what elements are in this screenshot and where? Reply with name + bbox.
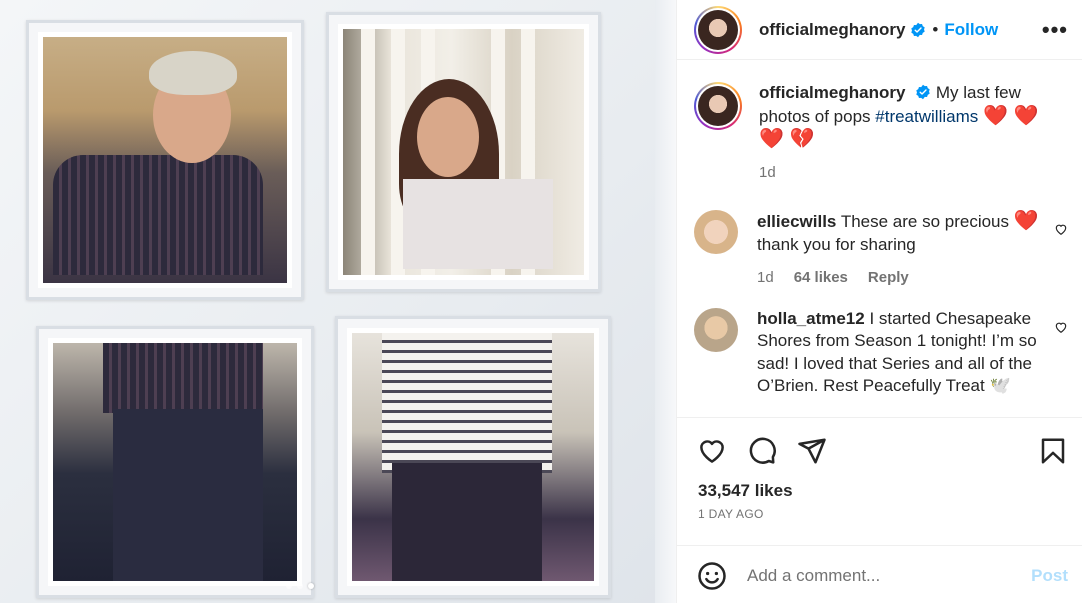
- carousel-dot[interactable]: [297, 583, 303, 589]
- caption-hashtag[interactable]: #treatwilliams: [875, 107, 978, 126]
- comment-likes[interactable]: 64 likes: [794, 267, 848, 290]
- caption-avatar[interactable]: [694, 82, 742, 130]
- window-pane-top-left: [26, 20, 304, 300]
- comment-emoji: 🕊️: [989, 376, 1011, 395]
- bookmark-icon[interactable]: [1038, 436, 1068, 466]
- window-pane-top-right: [326, 12, 601, 292]
- comment-heart-icon[interactable]: [1054, 320, 1068, 334]
- verified-badge-icon: [916, 84, 930, 100]
- author-avatar[interactable]: [694, 5, 742, 54]
- carousel-indicator: [286, 583, 314, 589]
- comment-text: thank you for sharing: [757, 234, 916, 254]
- like-heart-icon[interactable]: [697, 436, 727, 466]
- post-timestamp[interactable]: 1 DAY AGO: [677, 501, 1082, 521]
- carousel-dot[interactable]: [286, 583, 292, 589]
- caption: officialmeghanory My last few photos of …: [694, 82, 1068, 184]
- verified-badge-icon: [911, 22, 926, 37]
- comment-username[interactable]: elliecwills: [757, 212, 836, 231]
- caption-time[interactable]: 1d: [759, 162, 776, 185]
- header-separator: •: [932, 19, 939, 39]
- likes-count[interactable]: 33,547 likes: [677, 466, 1082, 501]
- caption-emoji: ❤️ 💔: [759, 128, 815, 150]
- comment-username[interactable]: holla_atme12: [757, 309, 865, 328]
- post-header: officialmeghanory • Follow •••: [677, 0, 1082, 60]
- comment-input[interactable]: [747, 565, 1032, 586]
- comment-composer: Post: [677, 545, 1082, 603]
- post-side-panel: officialmeghanory • Follow ••• officialm…: [676, 0, 1082, 603]
- caption-emoji: ❤️ ❤️: [982, 104, 1039, 127]
- comment-heart-icon[interactable]: [1054, 222, 1068, 236]
- comment-time[interactable]: 1d: [757, 267, 774, 290]
- commenter-avatar[interactable]: [694, 210, 738, 254]
- post-comment-button[interactable]: Post: [1031, 566, 1068, 586]
- author-username[interactable]: officialmeghanory: [759, 20, 905, 40]
- window-frame-edge: [655, 0, 676, 603]
- window-pane-bottom-right: [335, 316, 611, 598]
- carousel-dot-active[interactable]: [308, 583, 314, 589]
- window-pane-bottom-left: [36, 326, 314, 598]
- reply-button[interactable]: Reply: [868, 267, 909, 290]
- comments-list[interactable]: officialmeghanory My last few photos of …: [677, 60, 1082, 417]
- comment-emoji: ❤️: [1013, 210, 1039, 232]
- comment-text: These are so precious: [840, 212, 1010, 231]
- share-send-icon[interactable]: [797, 436, 827, 466]
- follow-button[interactable]: Follow: [944, 20, 998, 40]
- caption-username[interactable]: officialmeghanory: [759, 83, 905, 102]
- comment-bubble-icon[interactable]: [747, 436, 777, 466]
- commenter-avatar[interactable]: [694, 307, 738, 352]
- post-photo[interactable]: [0, 0, 676, 603]
- emoji-icon[interactable]: [697, 561, 727, 591]
- comment-item: holla_atme12 I started Chesapeake Shores…: [694, 307, 1068, 398]
- comment-item: elliecwills These are so precious ❤️ tha…: [694, 210, 1068, 290]
- more-options-icon[interactable]: •••: [1042, 17, 1068, 43]
- post-actions: 33,547 likes 1 DAY AGO Post: [677, 417, 1082, 603]
